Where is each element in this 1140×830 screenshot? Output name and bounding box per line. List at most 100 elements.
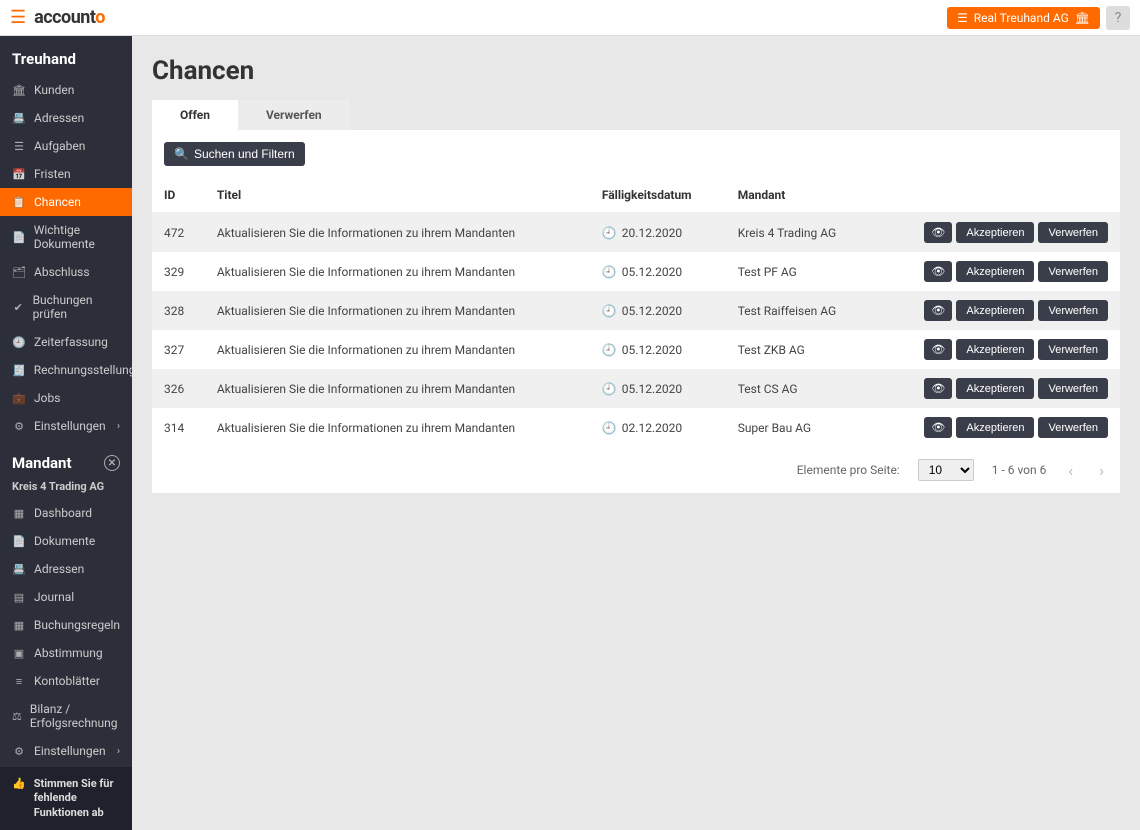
accept-button[interactable]: Akzeptieren bbox=[956, 417, 1034, 438]
reject-button[interactable]: Verwerfen bbox=[1038, 300, 1108, 321]
treuhand-item-9[interactable]: 🧾Rechnungsstellung bbox=[0, 356, 132, 384]
nav-label: Chancen bbox=[34, 195, 81, 209]
hamburger-icon[interactable]: ☰ bbox=[10, 7, 26, 28]
org-switcher[interactable]: ☰ Real Treuhand AG 🏛 bbox=[947, 7, 1100, 29]
mandant-item-2[interactable]: 📇Adressen bbox=[0, 555, 132, 583]
accept-button[interactable]: Akzeptieren bbox=[956, 222, 1034, 243]
cell-actions: 👁AkzeptierenVerwerfen bbox=[872, 330, 1120, 369]
reject-button[interactable]: Verwerfen bbox=[1038, 378, 1108, 399]
clock-icon: 🕘 bbox=[602, 343, 617, 357]
nav-icon: ✔ bbox=[12, 301, 25, 314]
treuhand-item-3[interactable]: 📅Fristen bbox=[0, 160, 132, 188]
treuhand-item-8[interactable]: 🕘Zeiterfassung bbox=[0, 328, 132, 356]
reject-button[interactable]: Verwerfen bbox=[1038, 222, 1108, 243]
accept-button[interactable]: Akzeptieren bbox=[956, 300, 1034, 321]
treuhand-item-7[interactable]: ✔ Buchungen prüfen bbox=[0, 286, 132, 328]
nav-label: Zeiterfassung bbox=[34, 335, 108, 349]
cell-title: Aktualisieren Sie die Informationen zu i… bbox=[205, 330, 590, 369]
view-button[interactable]: 👁 bbox=[924, 378, 952, 399]
accept-button[interactable]: Akzeptieren bbox=[956, 339, 1034, 360]
page-title: Chancen bbox=[152, 56, 1120, 86]
main-content: Chancen OffenVerwerfen 🔍 Suchen und Filt… bbox=[132, 36, 1140, 830]
mandant-item-0[interactable]: ▦Dashboard bbox=[0, 499, 132, 527]
nav-label: Einstellungen bbox=[34, 744, 106, 758]
accept-button[interactable]: Akzeptieren bbox=[956, 261, 1034, 282]
mandant-item-6[interactable]: ≡Kontoblätter bbox=[0, 667, 132, 695]
treuhand-item-1[interactable]: 📇Adressen bbox=[0, 104, 132, 132]
cell-actions: 👁AkzeptierenVerwerfen bbox=[872, 369, 1120, 408]
table-row: 314Aktualisieren Sie die Informationen z… bbox=[152, 408, 1120, 447]
page-size-select[interactable]: 10 bbox=[918, 459, 974, 481]
view-button[interactable]: 👁 bbox=[924, 339, 952, 360]
treuhand-item-0[interactable]: 🏛Kunden bbox=[0, 76, 132, 104]
cell-mandant: Test CS AG bbox=[726, 369, 872, 408]
tab-bar: OffenVerwerfen bbox=[152, 100, 1120, 130]
mandant-item-1[interactable]: 📄 Dokumente bbox=[0, 527, 132, 555]
nav-label: Rechnungsstellung bbox=[34, 363, 132, 377]
nav-icon: ⚙ bbox=[12, 745, 26, 758]
eye-icon: 👁 bbox=[931, 227, 945, 239]
mandant-item-5[interactable]: ▣Abstimmung bbox=[0, 639, 132, 667]
cell-title: Aktualisieren Sie die Informationen zu i… bbox=[205, 369, 590, 408]
next-page-icon[interactable]: › bbox=[1095, 461, 1108, 480]
treuhand-item-10[interactable]: 💼Jobs bbox=[0, 384, 132, 412]
vote-features[interactable]: 👍 Stimmen Sie für fehlende Funktionen ab bbox=[0, 767, 132, 830]
table-row: 327Aktualisieren Sie die Informationen z… bbox=[152, 330, 1120, 369]
treuhand-item-11[interactable]: ⚙Einstellungen› bbox=[0, 412, 132, 440]
cell-mandant: Super Bau AG bbox=[726, 408, 872, 447]
nav-icon: 🗂 bbox=[12, 266, 26, 279]
nav-label: Dokumente bbox=[34, 534, 95, 548]
search-icon: 🔍 bbox=[174, 147, 189, 161]
treuhand-item-6[interactable]: 🗂Abschluss bbox=[0, 258, 132, 286]
cell-date: 🕘05.12.2020 bbox=[590, 252, 726, 291]
mandant-item-7[interactable]: ⚖Bilanz / Erfolgsrechnung bbox=[0, 695, 132, 737]
view-button[interactable]: 👁 bbox=[924, 222, 952, 243]
nav-icon: ≡ bbox=[12, 675, 26, 688]
nav-label: Fristen bbox=[34, 167, 71, 181]
view-button[interactable]: 👁 bbox=[924, 261, 952, 282]
cell-id: 314 bbox=[152, 408, 205, 447]
cell-actions: 👁AkzeptierenVerwerfen bbox=[872, 252, 1120, 291]
reject-button[interactable]: Verwerfen bbox=[1038, 261, 1108, 282]
col-id: ID bbox=[152, 178, 205, 213]
mandant-name: Kreis 4 Trading AG bbox=[0, 480, 132, 499]
view-button[interactable]: 👁 bbox=[924, 300, 952, 321]
accept-button[interactable]: Akzeptieren bbox=[956, 378, 1034, 399]
nav-label: Wichtige Dokumente bbox=[34, 223, 120, 251]
cell-date: 🕘02.12.2020 bbox=[590, 408, 726, 447]
nav-icon: 📄 bbox=[12, 535, 26, 548]
nav-label: Buchungsregeln bbox=[34, 618, 120, 632]
close-mandant-icon[interactable]: ✕ bbox=[104, 455, 120, 471]
help-icon[interactable]: ? bbox=[1106, 6, 1130, 30]
cell-actions: 👁 AkzeptierenVerwerfen bbox=[872, 213, 1120, 253]
org-name: Real Treuhand AG bbox=[974, 11, 1069, 25]
treuhand-item-4[interactable]: 📋Chancen bbox=[0, 188, 132, 216]
tab-1[interactable]: Verwerfen bbox=[238, 100, 350, 130]
cell-date: 🕘20.12.2020 bbox=[590, 213, 726, 253]
mandant-item-3[interactable]: ▤Journal bbox=[0, 583, 132, 611]
reject-button[interactable]: Verwerfen bbox=[1038, 417, 1108, 438]
tab-0[interactable]: Offen bbox=[152, 100, 238, 130]
nav-label: Einstellungen bbox=[34, 419, 106, 433]
list-icon: ☰ bbox=[957, 11, 968, 25]
view-button[interactable]: 👁 bbox=[924, 417, 952, 438]
nav-icon: ☰ bbox=[12, 140, 26, 153]
nav-icon: ▦ bbox=[12, 619, 26, 632]
reject-button[interactable]: Verwerfen bbox=[1038, 339, 1108, 360]
treuhand-item-2[interactable]: ☰Aufgaben bbox=[0, 132, 132, 160]
clock-icon: 🕘 bbox=[602, 421, 617, 435]
search-filter-button[interactable]: 🔍 Suchen und Filtern bbox=[164, 142, 305, 166]
treuhand-item-5[interactable]: 📄 Wichtige Dokumente bbox=[0, 216, 132, 258]
cell-actions: 👁AkzeptierenVerwerfen bbox=[872, 291, 1120, 330]
top-header: ☰ accounto ☰ Real Treuhand AG 🏛 ? bbox=[0, 0, 1140, 36]
cell-actions: 👁AkzeptierenVerwerfen bbox=[872, 408, 1120, 447]
items-per-page-label: Elemente pro Seite: bbox=[797, 463, 900, 477]
prev-page-icon[interactable]: ‹ bbox=[1064, 461, 1077, 480]
mandant-item-4[interactable]: ▦ Buchungsregeln bbox=[0, 611, 132, 639]
nav-label: Buchungen prüfen bbox=[33, 293, 120, 321]
cell-date: 🕘05.12.2020 bbox=[590, 330, 726, 369]
mandant-item-8[interactable]: ⚙Einstellungen› bbox=[0, 737, 132, 765]
col-duedate: Fälligkeitsdatum bbox=[590, 178, 726, 213]
cell-mandant: Kreis 4 Trading AG bbox=[726, 213, 872, 253]
nav-icon: 📄 bbox=[12, 231, 26, 244]
